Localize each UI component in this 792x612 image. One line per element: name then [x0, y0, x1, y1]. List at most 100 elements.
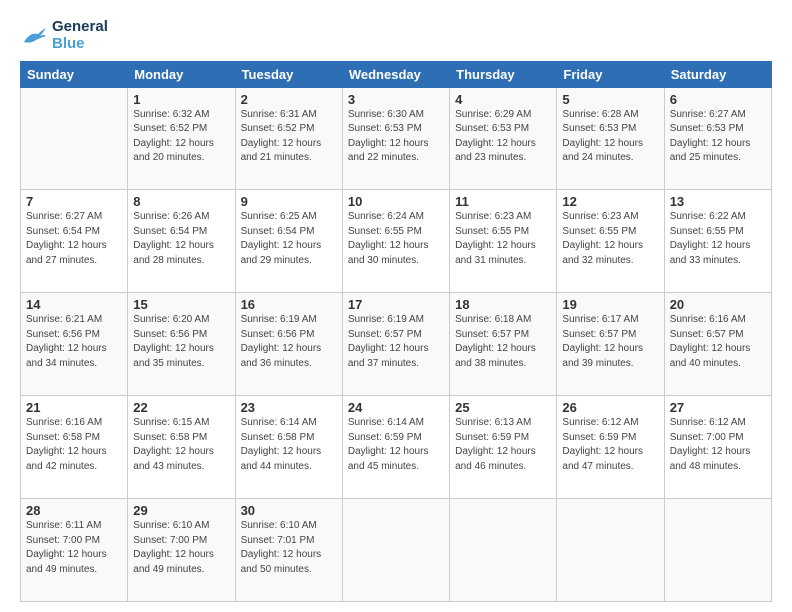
calendar-header-thursday: Thursday — [450, 61, 557, 87]
day-number: 3 — [348, 92, 444, 107]
calendar-day: 3Sunrise: 6:30 AM Sunset: 6:53 PM Daylig… — [342, 87, 449, 190]
calendar-week-row: 21Sunrise: 6:16 AM Sunset: 6:58 PM Dayli… — [21, 396, 772, 499]
day-info: Sunrise: 6:10 AM Sunset: 7:00 PM Dayligh… — [133, 519, 229, 577]
calendar-header-sunday: Sunday — [21, 61, 128, 87]
day-info: Sunrise: 6:12 AM Sunset: 7:00 PM Dayligh… — [670, 416, 766, 474]
day-info: Sunrise: 6:27 AM Sunset: 6:53 PM Dayligh… — [670, 108, 766, 166]
calendar-day: 18Sunrise: 6:18 AM Sunset: 6:57 PM Dayli… — [450, 293, 557, 396]
calendar-day: 12Sunrise: 6:23 AM Sunset: 6:55 PM Dayli… — [557, 190, 664, 293]
day-number: 19 — [562, 297, 658, 312]
calendar-day: 7Sunrise: 6:27 AM Sunset: 6:54 PM Daylig… — [21, 190, 128, 293]
day-info: Sunrise: 6:32 AM Sunset: 6:52 PM Dayligh… — [133, 108, 229, 166]
day-number: 22 — [133, 400, 229, 415]
day-number: 7 — [26, 194, 122, 209]
calendar-week-row: 1Sunrise: 6:32 AM Sunset: 6:52 PM Daylig… — [21, 87, 772, 190]
day-info: Sunrise: 6:23 AM Sunset: 6:55 PM Dayligh… — [455, 210, 551, 268]
day-number: 17 — [348, 297, 444, 312]
day-info: Sunrise: 6:11 AM Sunset: 7:00 PM Dayligh… — [26, 519, 122, 577]
day-info: Sunrise: 6:19 AM Sunset: 6:57 PM Dayligh… — [348, 313, 444, 371]
day-info: Sunrise: 6:19 AM Sunset: 6:56 PM Dayligh… — [241, 313, 337, 371]
day-number: 4 — [455, 92, 551, 107]
header: General Blue — [20, 18, 772, 53]
calendar-day: 15Sunrise: 6:20 AM Sunset: 6:56 PM Dayli… — [128, 293, 235, 396]
day-number: 23 — [241, 400, 337, 415]
calendar-day: 2Sunrise: 6:31 AM Sunset: 6:52 PM Daylig… — [235, 87, 342, 190]
calendar-day: 5Sunrise: 6:28 AM Sunset: 6:53 PM Daylig… — [557, 87, 664, 190]
calendar-header-row: SundayMondayTuesdayWednesdayThursdayFrid… — [21, 61, 772, 87]
calendar-day: 22Sunrise: 6:15 AM Sunset: 6:58 PM Dayli… — [128, 396, 235, 499]
calendar-day: 20Sunrise: 6:16 AM Sunset: 6:57 PM Dayli… — [664, 293, 771, 396]
logo-icon — [20, 24, 48, 46]
day-number: 2 — [241, 92, 337, 107]
calendar-day: 28Sunrise: 6:11 AM Sunset: 7:00 PM Dayli… — [21, 499, 128, 602]
day-info: Sunrise: 6:23 AM Sunset: 6:55 PM Dayligh… — [562, 210, 658, 268]
day-info: Sunrise: 6:16 AM Sunset: 6:58 PM Dayligh… — [26, 416, 122, 474]
day-number: 18 — [455, 297, 551, 312]
calendar-day: 10Sunrise: 6:24 AM Sunset: 6:55 PM Dayli… — [342, 190, 449, 293]
calendar-header-saturday: Saturday — [664, 61, 771, 87]
page: General Blue SundayMondayTuesdayWednesda… — [0, 0, 792, 612]
day-info: Sunrise: 6:14 AM Sunset: 6:58 PM Dayligh… — [241, 416, 337, 474]
calendar-day: 23Sunrise: 6:14 AM Sunset: 6:58 PM Dayli… — [235, 396, 342, 499]
day-number: 13 — [670, 194, 766, 209]
day-number: 10 — [348, 194, 444, 209]
calendar-day: 21Sunrise: 6:16 AM Sunset: 6:58 PM Dayli… — [21, 396, 128, 499]
day-info: Sunrise: 6:14 AM Sunset: 6:59 PM Dayligh… — [348, 416, 444, 474]
day-number: 30 — [241, 503, 337, 518]
day-info: Sunrise: 6:16 AM Sunset: 6:57 PM Dayligh… — [670, 313, 766, 371]
day-info: Sunrise: 6:10 AM Sunset: 7:01 PM Dayligh… — [241, 519, 337, 577]
calendar-day — [664, 499, 771, 602]
day-number: 16 — [241, 297, 337, 312]
day-info: Sunrise: 6:25 AM Sunset: 6:54 PM Dayligh… — [241, 210, 337, 268]
day-info: Sunrise: 6:13 AM Sunset: 6:59 PM Dayligh… — [455, 416, 551, 474]
day-info: Sunrise: 6:17 AM Sunset: 6:57 PM Dayligh… — [562, 313, 658, 371]
day-info: Sunrise: 6:24 AM Sunset: 6:55 PM Dayligh… — [348, 210, 444, 268]
day-number: 25 — [455, 400, 551, 415]
calendar-day: 14Sunrise: 6:21 AM Sunset: 6:56 PM Dayli… — [21, 293, 128, 396]
day-info: Sunrise: 6:28 AM Sunset: 6:53 PM Dayligh… — [562, 108, 658, 166]
calendar-day — [557, 499, 664, 602]
day-number: 26 — [562, 400, 658, 415]
calendar-day — [450, 499, 557, 602]
calendar-day: 24Sunrise: 6:14 AM Sunset: 6:59 PM Dayli… — [342, 396, 449, 499]
calendar-day: 4Sunrise: 6:29 AM Sunset: 6:53 PM Daylig… — [450, 87, 557, 190]
day-number: 8 — [133, 194, 229, 209]
calendar-day: 11Sunrise: 6:23 AM Sunset: 6:55 PM Dayli… — [450, 190, 557, 293]
day-info: Sunrise: 6:30 AM Sunset: 6:53 PM Dayligh… — [348, 108, 444, 166]
logo-text: General Blue — [52, 18, 108, 53]
calendar-day: 30Sunrise: 6:10 AM Sunset: 7:01 PM Dayli… — [235, 499, 342, 602]
calendar-day: 19Sunrise: 6:17 AM Sunset: 6:57 PM Dayli… — [557, 293, 664, 396]
day-number: 28 — [26, 503, 122, 518]
day-info: Sunrise: 6:31 AM Sunset: 6:52 PM Dayligh… — [241, 108, 337, 166]
calendar-day: 17Sunrise: 6:19 AM Sunset: 6:57 PM Dayli… — [342, 293, 449, 396]
day-info: Sunrise: 6:29 AM Sunset: 6:53 PM Dayligh… — [455, 108, 551, 166]
calendar-header-wednesday: Wednesday — [342, 61, 449, 87]
calendar-day: 29Sunrise: 6:10 AM Sunset: 7:00 PM Dayli… — [128, 499, 235, 602]
day-info: Sunrise: 6:12 AM Sunset: 6:59 PM Dayligh… — [562, 416, 658, 474]
day-number: 29 — [133, 503, 229, 518]
day-info: Sunrise: 6:18 AM Sunset: 6:57 PM Dayligh… — [455, 313, 551, 371]
day-number: 21 — [26, 400, 122, 415]
day-number: 24 — [348, 400, 444, 415]
calendar-week-row: 14Sunrise: 6:21 AM Sunset: 6:56 PM Dayli… — [21, 293, 772, 396]
calendar-header-monday: Monday — [128, 61, 235, 87]
calendar-day: 27Sunrise: 6:12 AM Sunset: 7:00 PM Dayli… — [664, 396, 771, 499]
calendar-week-row: 7Sunrise: 6:27 AM Sunset: 6:54 PM Daylig… — [21, 190, 772, 293]
day-number: 5 — [562, 92, 658, 107]
calendar-day — [21, 87, 128, 190]
calendar-day: 1Sunrise: 6:32 AM Sunset: 6:52 PM Daylig… — [128, 87, 235, 190]
logo: General Blue — [20, 18, 108, 53]
day-number: 6 — [670, 92, 766, 107]
day-info: Sunrise: 6:21 AM Sunset: 6:56 PM Dayligh… — [26, 313, 122, 371]
day-info: Sunrise: 6:15 AM Sunset: 6:58 PM Dayligh… — [133, 416, 229, 474]
day-number: 9 — [241, 194, 337, 209]
day-info: Sunrise: 6:27 AM Sunset: 6:54 PM Dayligh… — [26, 210, 122, 268]
day-number: 1 — [133, 92, 229, 107]
day-number: 20 — [670, 297, 766, 312]
calendar-day: 26Sunrise: 6:12 AM Sunset: 6:59 PM Dayli… — [557, 396, 664, 499]
day-number: 27 — [670, 400, 766, 415]
calendar-day — [342, 499, 449, 602]
day-info: Sunrise: 6:22 AM Sunset: 6:55 PM Dayligh… — [670, 210, 766, 268]
calendar-day: 8Sunrise: 6:26 AM Sunset: 6:54 PM Daylig… — [128, 190, 235, 293]
day-number: 15 — [133, 297, 229, 312]
